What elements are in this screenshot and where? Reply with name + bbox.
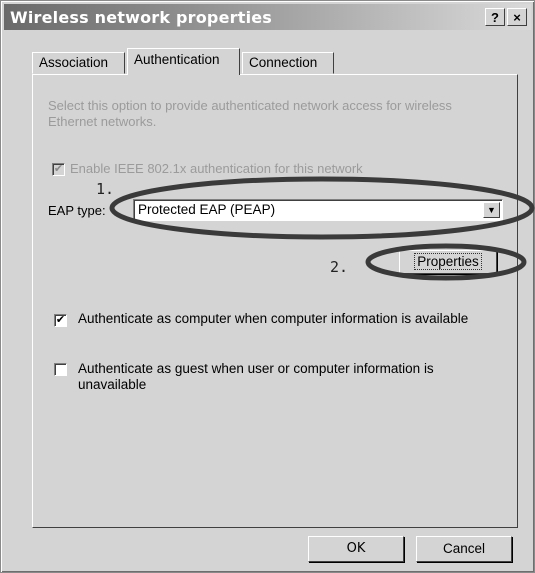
tab-connection[interactable]: Connection (242, 52, 334, 74)
help-button[interactable]: ? (485, 8, 505, 26)
window-title: Wireless network properties (10, 8, 273, 27)
enable-8021x-text: Enable IEEE 802.1x authentication for th… (70, 161, 363, 176)
auth-as-guest-label: Authenticate as guest when user or compu… (78, 361, 434, 392)
properties-button-label: Properties (414, 253, 482, 270)
auth-description: Select this option to provide authentica… (48, 98, 452, 129)
enable-8021x-checkbox[interactable]: ✔ (52, 163, 65, 176)
auth-as-computer-checkbox[interactable]: ✔ (54, 314, 67, 327)
annotation-step-1: 1. (96, 180, 115, 198)
tab-association[interactable]: Association (32, 52, 125, 74)
title-bar: Wireless network properties ? × (4, 4, 531, 30)
annotation-step-2: 2. (330, 258, 349, 276)
eap-type-label: EAP type: (48, 203, 106, 218)
enable-8021x-label: Enable IEEE 802.1x authentication for th… (70, 161, 363, 176)
eap-type-dropdown[interactable]: Protected EAP (PEAP) ▼ (133, 199, 503, 221)
close-button[interactable]: × (507, 8, 527, 26)
auth-as-guest-checkbox[interactable] (54, 363, 67, 376)
dropdown-arrow-icon[interactable]: ▼ (483, 202, 500, 218)
properties-button[interactable]: Properties (399, 250, 497, 274)
eap-type-value: Protected EAP (PEAP) (138, 202, 276, 217)
ok-button[interactable]: OK (308, 536, 404, 562)
cancel-button[interactable]: Cancel (416, 536, 512, 562)
tab-authentication[interactable]: Authentication (127, 48, 240, 75)
tab-panel (32, 74, 518, 528)
auth-as-computer-label: Authenticate as computer when computer i… (78, 311, 469, 326)
